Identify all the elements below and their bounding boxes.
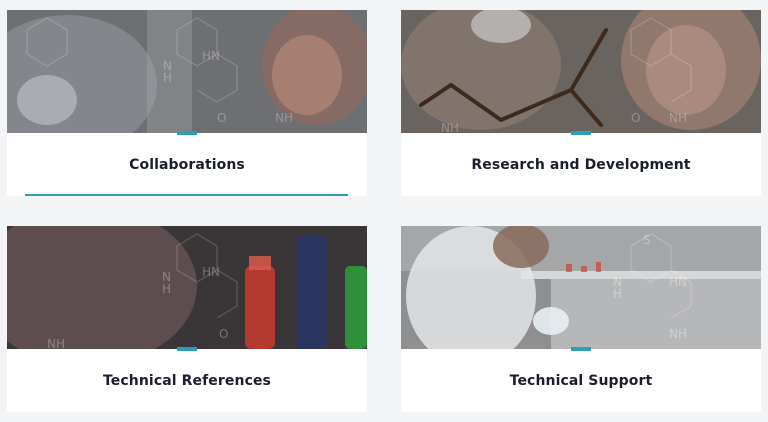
card-title-collaborations[interactable]: Collaborations — [7, 133, 367, 196]
card-title-technical-support[interactable]: Technical Support — [401, 349, 761, 412]
svg-text:HN: HN — [669, 275, 687, 289]
card-image-research-and-development: O NH NH — [401, 10, 761, 133]
card-image-technical-references: HN O N H NH — [7, 226, 367, 349]
svg-text:O: O — [217, 111, 226, 125]
svg-text:NH: NH — [47, 337, 65, 349]
svg-text:O: O — [219, 327, 228, 341]
svg-text:H: H — [163, 71, 172, 85]
card-title-technical-references[interactable]: Technical References — [7, 349, 367, 412]
svg-text:S: S — [643, 233, 651, 247]
card-title-text[interactable]: Research and Development — [471, 157, 690, 173]
card-title-text[interactable]: Technical Support — [510, 373, 653, 389]
card-title-text[interactable]: Technical References — [103, 373, 271, 389]
svg-text:NH: NH — [275, 111, 293, 125]
service-card-technical-support[interactable]: S N H HN NH Technical Support — [401, 226, 761, 412]
svg-text:HN: HN — [202, 265, 220, 279]
service-card-collaborations[interactable]: HN O NH N H Collaborations — [7, 10, 367, 196]
svg-text:HN: HN — [202, 49, 220, 63]
svg-text:NH: NH — [669, 111, 687, 125]
card-title-research-and-development[interactable]: Research and Development — [401, 133, 761, 196]
svg-text:NH: NH — [441, 121, 459, 133]
card-image-technical-support: S N H HN NH — [401, 226, 761, 349]
card-hover-underline — [25, 194, 348, 196]
svg-text:O: O — [631, 111, 640, 125]
svg-text:H: H — [162, 282, 171, 296]
svg-text:NH: NH — [669, 327, 687, 341]
service-card-research-and-development[interactable]: O NH NH Research and Development — [401, 10, 761, 196]
card-image-collaborations: HN O NH N H — [7, 10, 367, 133]
service-card-technical-references[interactable]: HN O N H NH Technical References — [7, 226, 367, 412]
svg-text:H: H — [613, 287, 622, 301]
card-title-text[interactable]: Collaborations — [129, 157, 245, 173]
